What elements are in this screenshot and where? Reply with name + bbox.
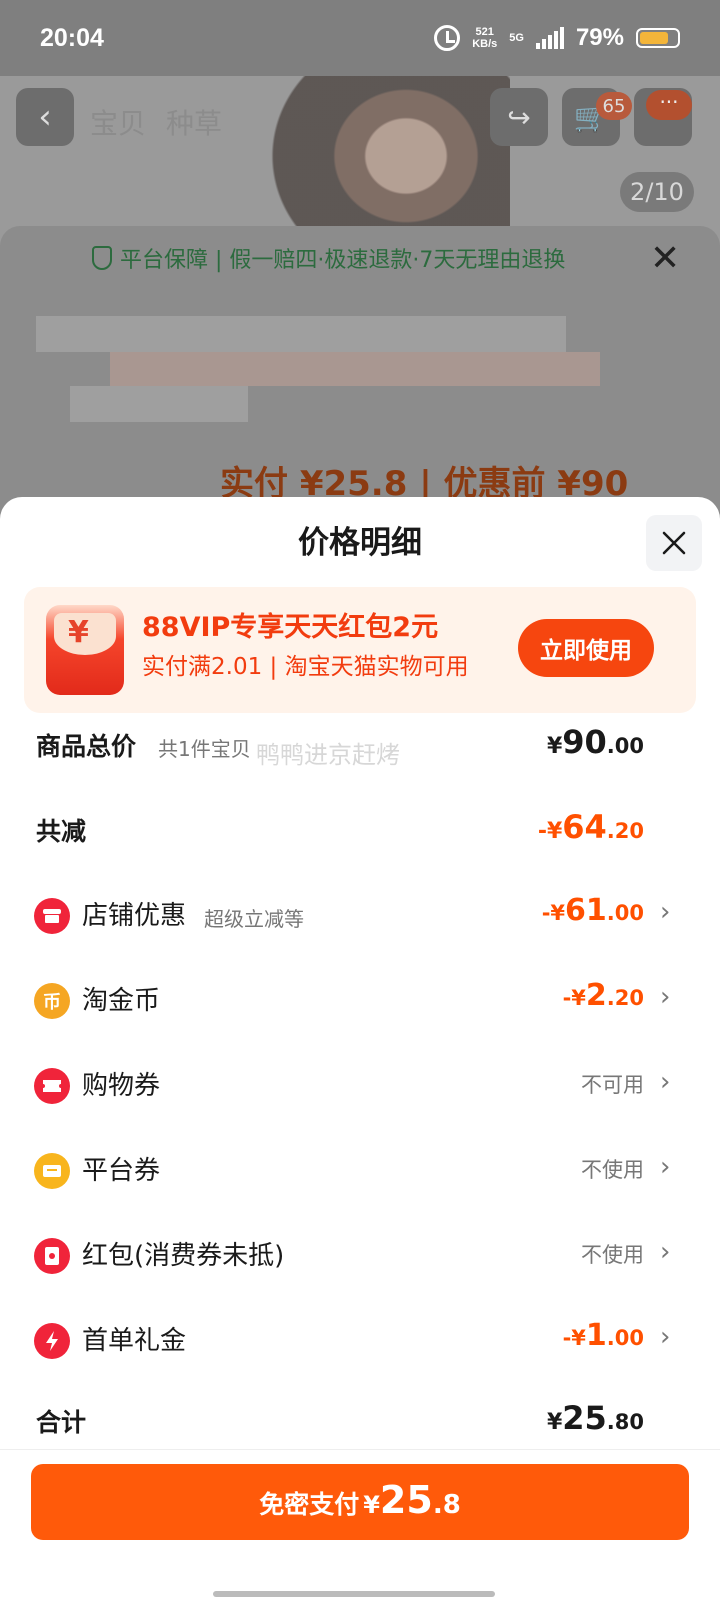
cart-badge: 65 [596, 92, 632, 120]
grand-total-row: 合计 ¥25.80 [0, 1393, 720, 1453]
blurred-content [36, 316, 566, 352]
status-time: 20:04 [40, 23, 104, 52]
battery-icon [636, 28, 680, 48]
discount-status: 不使用 [581, 1243, 644, 1267]
status-bar: 20:04 521 KB/s 5G 79% [0, 0, 720, 76]
blurred-content [110, 352, 600, 386]
use-now-button[interactable]: 立即使用 [518, 619, 654, 677]
discount-value: -¥2.20 [562, 978, 644, 1013]
blurred-content [70, 386, 248, 422]
pay-amount-int: 25 [379, 1478, 433, 1522]
tab-item[interactable]: 宝贝 [90, 102, 146, 142]
chevron-right-icon: › [660, 1152, 671, 1182]
discount-row-coin[interactable]: 币 淘金币 -¥2.20 › [0, 972, 720, 1032]
goods-total-value: ¥90.00 [546, 723, 644, 761]
promo-subtitle: 实付满2.01 | 淘宝天猫实物可用 [142, 654, 469, 680]
goods-count: 共1件宝贝 [158, 737, 251, 761]
discount-label: 平台券 [82, 1156, 161, 1186]
network-type: 5G [509, 32, 524, 44]
pay-yen: ¥ [363, 1491, 380, 1519]
chevron-right-icon: › [660, 1067, 671, 1097]
discount-row-first-order[interactable]: 首单礼金 -¥1.00 › [0, 1312, 720, 1372]
guarantee-bar: 平台保障 | 假一赔四·极速退款·7天无理由退换 [0, 230, 720, 286]
goods-total-label: 商品总价 [36, 732, 137, 761]
share-button[interactable]: ↪ [490, 88, 548, 146]
network-label: 5G [509, 32, 524, 44]
guarantee-text: 平台保障 | 假一赔四·极速退款·7天无理由退换 [120, 248, 566, 273]
total-discount-label: 共减 [36, 817, 87, 846]
red-packet-icon [34, 1238, 70, 1274]
more-badge: ··· [646, 90, 692, 120]
total-discount-row: 共减 -¥64.20 [0, 802, 720, 862]
close-icon [662, 531, 686, 555]
grand-total-value: ¥25.80 [546, 1399, 644, 1437]
coupon-icon [34, 1153, 70, 1189]
goods-total-row: 商品总价 共1件宝贝 ¥90.00 [0, 717, 720, 777]
coin-icon: 币 [34, 983, 70, 1019]
discount-label: 购物券 [82, 1071, 161, 1101]
chevron-right-icon: › [660, 982, 671, 1012]
discount-row-platform-coupon[interactable]: 平台券 不使用 › [0, 1142, 720, 1202]
alarm-clock-icon [434, 25, 461, 51]
yen-glyph: ¥ [68, 615, 89, 650]
net-speed-value: 521 [475, 26, 494, 38]
pay-button[interactable]: 免密支付 ¥ 25 .8 [31, 1464, 689, 1540]
close-button[interactable] [646, 515, 702, 571]
back-button[interactable]: ‹ [16, 88, 74, 146]
product-nav: ‹ 宝贝 种草 ↪ 🛒 65 ··· [0, 88, 720, 150]
pay-label: 免密支付 [259, 1490, 360, 1519]
chevron-right-icon: › [660, 1237, 671, 1267]
discount-label: 店铺优惠 [82, 901, 187, 931]
discount-value: -¥1.00 [562, 1318, 644, 1353]
ticket-icon [34, 1068, 70, 1104]
discount-sub: 超级立减等 [204, 907, 304, 931]
discount-label: 淘金币 [82, 986, 161, 1016]
sheet-title: 价格明细 [298, 525, 422, 561]
net-speed-unit: KB/s [472, 38, 498, 50]
shield-icon [92, 246, 112, 270]
battery-percent: 79% [575, 24, 624, 51]
pay-amount-dec: .8 [432, 1490, 461, 1520]
price-detail-sheet: 价格明细 ¥ 88VIP专享天天红包2元 实付满2.01 | 淘宝天猫实物可用 … [0, 497, 720, 1600]
divider [0, 1449, 720, 1450]
lightning-icon [34, 1323, 70, 1359]
total-discount-value: -¥64.20 [537, 808, 644, 846]
discount-status: 不使用 [581, 1158, 644, 1182]
discount-row-shopping-coupon[interactable]: 购物券 不可用 › [0, 1057, 720, 1117]
chevron-right-icon: › [660, 897, 671, 927]
discount-status: 不可用 [581, 1073, 644, 1097]
discount-label: 红包(消费券未抵) [82, 1241, 285, 1271]
image-counter: 2/10 [620, 172, 694, 212]
discount-label: 首单礼金 [82, 1326, 187, 1356]
discount-value: -¥61.00 [541, 893, 644, 928]
vip-red-packet-banner: ¥ 88VIP专享天天红包2元 实付满2.01 | 淘宝天猫实物可用 立即使用 [24, 587, 696, 713]
tab-review[interactable]: 种草 [166, 102, 222, 142]
discount-row-store[interactable]: 店铺优惠 超级立减等 -¥61.00 › [0, 887, 720, 947]
close-icon[interactable]: ✕ [650, 238, 680, 279]
home-indicator [213, 1591, 495, 1597]
grand-total-label: 合计 [36, 1408, 87, 1437]
chevron-right-icon: › [660, 1322, 671, 1352]
net-speed: 521 KB/s [472, 26, 497, 50]
store-icon [34, 898, 70, 934]
discount-row-red-packet[interactable]: 红包(消费券未抵) 不使用 › [0, 1227, 720, 1287]
signal-icon [535, 27, 564, 49]
promo-title: 88VIP专享天天红包2元 [142, 612, 439, 643]
red-packet-icon: ¥ [46, 605, 124, 695]
